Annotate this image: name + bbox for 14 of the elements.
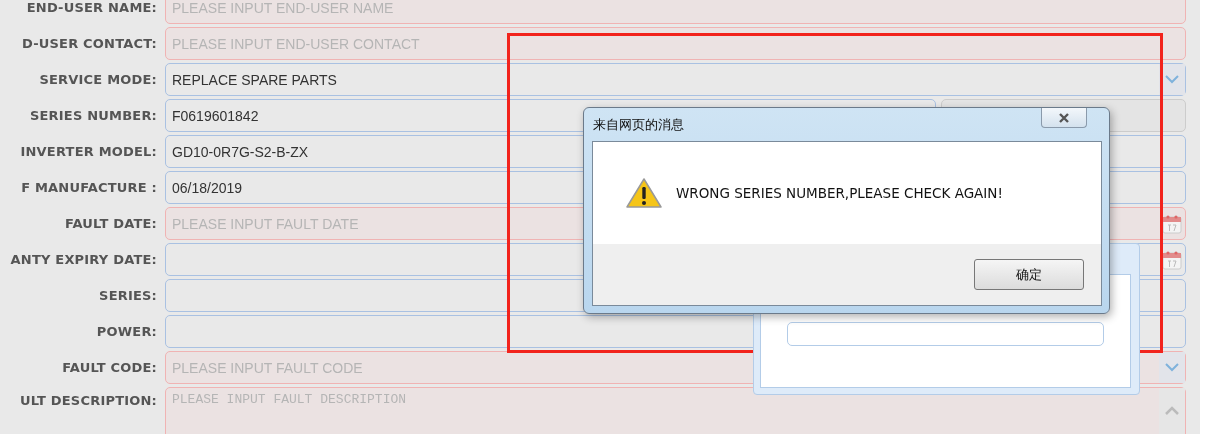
dialog-title: 来自网页的消息 [592, 115, 684, 134]
field-label: D-USER CONTACT: [21, 36, 157, 51]
field-label: SERIES: [99, 288, 157, 303]
field-label: END-USER NAME: [26, 0, 157, 15]
field-label: ANTY EXPIRY DATE: [10, 252, 157, 267]
field-label: INVERTER MODEL: [20, 144, 157, 159]
field-label: FAULT CODE: [62, 360, 157, 375]
field-label: ULT DESCRIPTION: [19, 392, 157, 408]
field-label: F MANUFACTURE : [21, 180, 157, 195]
error-message: WRONG SERIES NUMBER,PLEASE CHECK AGAIN! [676, 185, 1003, 201]
field-label: POWER: [96, 324, 157, 339]
field-label: SERIES NUMBER: [29, 108, 157, 123]
field-label: SERVICE MODE: [39, 72, 157, 87]
field-label: FAULT DATE: [64, 216, 157, 231]
